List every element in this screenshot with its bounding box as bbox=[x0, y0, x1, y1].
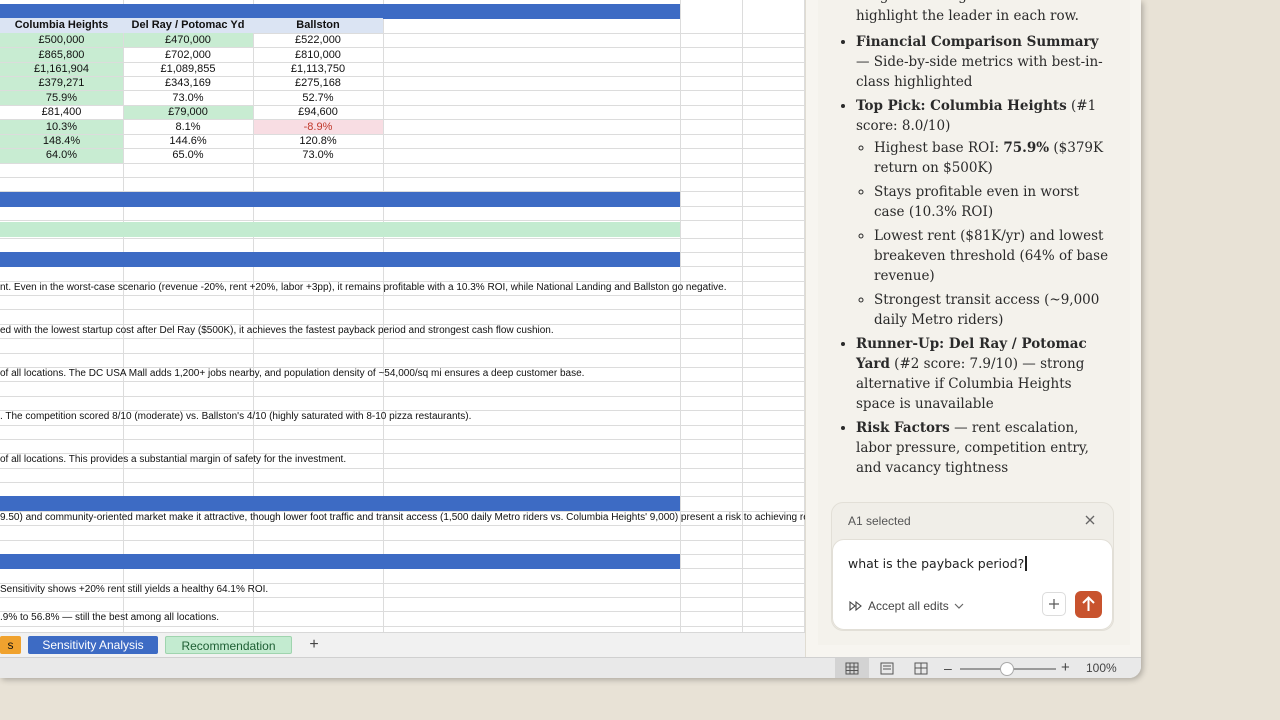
close-icon bbox=[1085, 515, 1095, 525]
cell[interactable]: £79,000 bbox=[123, 105, 253, 119]
status-bar: – + 100% bbox=[0, 657, 1141, 678]
cell[interactable]: 65.0% bbox=[123, 148, 253, 162]
col-divider bbox=[383, 0, 384, 632]
summary-item-runner-up: Runner-Up: Del Ray / Potomac Yard (#2 sc… bbox=[856, 334, 1111, 414]
page-layout-button[interactable] bbox=[874, 658, 900, 678]
summary-item-financial: Financial Comparison Summary — Side-by-s… bbox=[856, 32, 1111, 92]
cell[interactable]: £865,800 bbox=[0, 48, 123, 62]
text-cursor bbox=[1025, 556, 1027, 571]
top-pick-detail: Strongest transit access (~9,000 daily M… bbox=[874, 290, 1111, 330]
cell[interactable]: 148.4% bbox=[0, 134, 123, 148]
chevron-down-icon bbox=[954, 603, 964, 609]
cell[interactable]: 73.0% bbox=[253, 148, 383, 162]
section-band bbox=[0, 192, 680, 207]
assistant-message: weights totaling 100%. Green cells highl… bbox=[836, 0, 1111, 482]
rationale-line[interactable]: nt. Even in the worst-case scenario (rev… bbox=[0, 281, 727, 295]
summary-item-top-pick: Top Pick: Columbia Heights (#1 score: 8.… bbox=[856, 96, 1111, 330]
cell[interactable]: -8.9% bbox=[253, 120, 383, 134]
zoom-level: 100% bbox=[1086, 661, 1117, 675]
cell[interactable]: £1,161,904 bbox=[0, 62, 123, 76]
send-button[interactable] bbox=[1075, 591, 1102, 618]
arrow-up-icon bbox=[1082, 596, 1095, 611]
message-input[interactable]: what is the payback period? bbox=[848, 556, 1027, 571]
cell[interactable]: £470,000 bbox=[123, 33, 253, 47]
col-divider bbox=[742, 0, 743, 632]
section-band bbox=[0, 4, 680, 19]
fast-forward-icon bbox=[849, 600, 862, 612]
cell[interactable]: £702,000 bbox=[123, 48, 253, 62]
cell[interactable]: 52.7% bbox=[253, 91, 383, 105]
accept-all-edits-button[interactable]: Accept all edits bbox=[848, 597, 966, 615]
page-break-button[interactable] bbox=[908, 658, 934, 678]
tab-sensitivity-analysis[interactable]: Sensitivity Analysis bbox=[28, 636, 158, 654]
rationale-line[interactable]: 9.50) and community-oriented market make… bbox=[0, 511, 805, 525]
top-pick-detail: Stays profitable even in worst case (10.… bbox=[874, 182, 1111, 222]
cell[interactable]: £343,169 bbox=[123, 76, 253, 90]
summary-item-risk: Risk Factors — rent escalation, labor pr… bbox=[856, 418, 1111, 478]
attach-button[interactable] bbox=[1042, 592, 1066, 616]
cell[interactable]: £275,168 bbox=[253, 76, 383, 90]
plus-icon bbox=[1049, 599, 1059, 609]
cell[interactable]: £1,113,750 bbox=[253, 62, 383, 76]
cell[interactable]: £94,600 bbox=[253, 105, 383, 119]
app-window: Columbia Heights Del Ray / Potomac Yd Ba… bbox=[0, 0, 1141, 678]
selection-context: A1 selected bbox=[848, 514, 911, 528]
cell[interactable]: £1,089,855 bbox=[123, 62, 253, 76]
sheet-tab-bar: s Sensitivity Analysis Recommendation + bbox=[0, 632, 805, 658]
section-band bbox=[0, 554, 680, 569]
rationale-line[interactable]: ed with the lowest startup cost after De… bbox=[0, 324, 554, 338]
chat-composer: A1 selected what is the payback period? … bbox=[831, 502, 1114, 631]
cell[interactable]: £81,400 bbox=[0, 105, 123, 119]
header-del-ray[interactable]: Del Ray / Potomac Yd bbox=[123, 18, 253, 33]
rationale-line[interactable]: of all locations. The DC USA Mall adds 1… bbox=[0, 367, 584, 381]
tab-partial[interactable]: s bbox=[0, 636, 21, 654]
col-divider bbox=[680, 0, 681, 632]
header-ballston[interactable]: Ballston bbox=[253, 18, 383, 33]
grid-view-icon bbox=[845, 662, 859, 675]
tab-recommendation[interactable]: Recommendation bbox=[165, 636, 292, 654]
zoom-out-button[interactable]: – bbox=[944, 660, 952, 676]
top-pick-detail: Lowest rent ($81K/yr) and lowest breakev… bbox=[874, 226, 1111, 286]
cell[interactable]: 75.9% bbox=[0, 91, 123, 105]
rationale-line[interactable]: Sensitivity shows +20% rent still yields… bbox=[0, 583, 268, 597]
spreadsheet-grid[interactable]: Columbia Heights Del Ray / Potomac Yd Ba… bbox=[0, 0, 805, 632]
top-pick-detail: Highest base ROI: 75.9% ($379K return on… bbox=[874, 138, 1111, 178]
highlight-band bbox=[0, 222, 680, 237]
cell[interactable]: £379,271 bbox=[0, 76, 123, 90]
cell[interactable]: £522,000 bbox=[253, 33, 383, 47]
rationale-line[interactable]: . The competition scored 8/10 (moderate)… bbox=[0, 410, 471, 424]
rationale-line[interactable]: of all locations. This provides a substa… bbox=[0, 453, 346, 467]
section-band bbox=[0, 252, 680, 267]
page-layout-icon bbox=[880, 662, 894, 675]
normal-view-button[interactable] bbox=[835, 658, 869, 678]
zoom-in-button[interactable]: + bbox=[1061, 659, 1070, 676]
cell[interactable]: £500,000 bbox=[0, 33, 123, 47]
cell[interactable]: £810,000 bbox=[253, 48, 383, 62]
add-sheet-button[interactable]: + bbox=[303, 636, 325, 654]
cell[interactable]: 8.1% bbox=[123, 120, 253, 134]
cell[interactable]: 144.6% bbox=[123, 134, 253, 148]
header-columbia-heights[interactable]: Columbia Heights bbox=[0, 18, 123, 33]
clear-selection-button[interactable] bbox=[1082, 512, 1098, 528]
composer-box: what is the payback period? Accept all e… bbox=[832, 539, 1113, 630]
zoom-slider-thumb[interactable] bbox=[1000, 662, 1014, 676]
rationale-line[interactable]: .9% to 56.8% — still the best among all … bbox=[0, 611, 219, 625]
cell[interactable]: 120.8% bbox=[253, 134, 383, 148]
page-break-icon bbox=[914, 662, 928, 675]
section-band bbox=[0, 496, 680, 511]
message-intro: weights totaling 100%. Green cells highl… bbox=[856, 0, 1096, 24]
cell[interactable]: 73.0% bbox=[123, 91, 253, 105]
cell[interactable]: 64.0% bbox=[0, 148, 123, 162]
cell[interactable]: 10.3% bbox=[0, 120, 123, 134]
